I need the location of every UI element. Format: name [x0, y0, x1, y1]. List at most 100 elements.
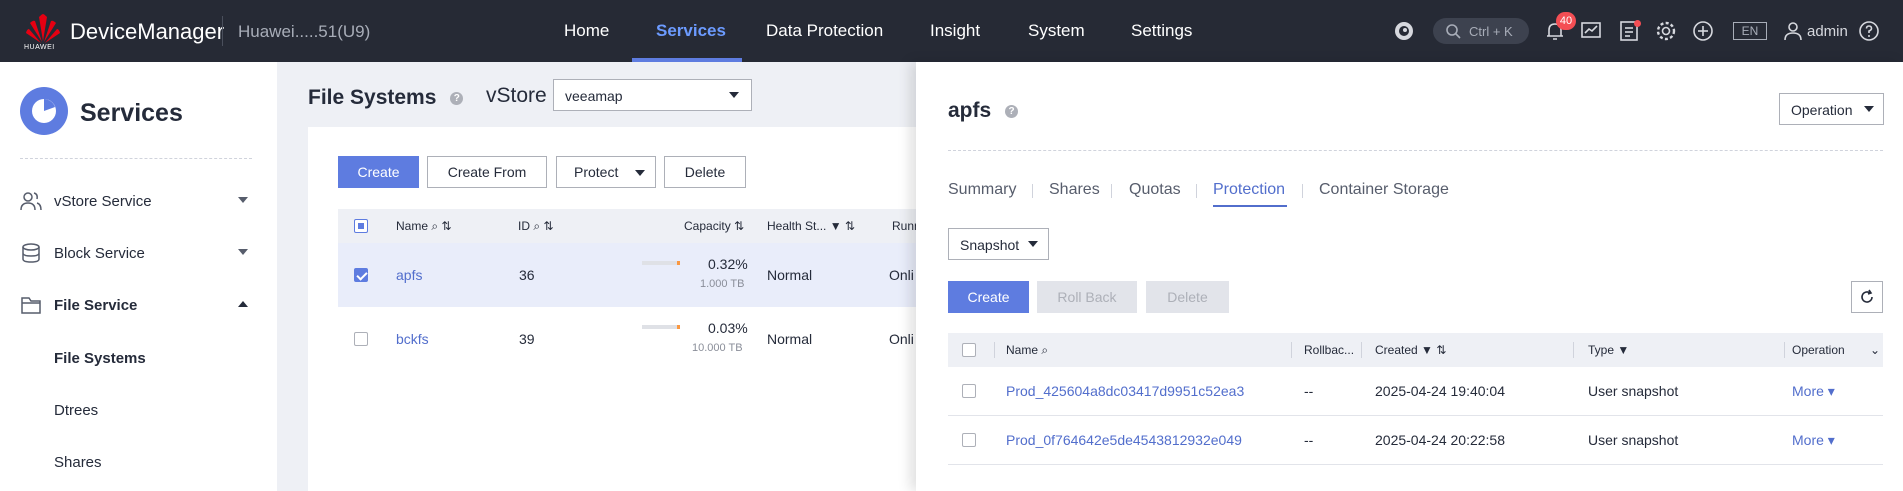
tab-quotas[interactable]: Quotas — [1129, 181, 1181, 199]
vstore-select-value: veeamap — [565, 88, 623, 104]
nav-settings[interactable]: Settings — [1131, 21, 1192, 41]
operation-dropdown[interactable]: Operation — [1779, 93, 1884, 125]
divider — [222, 16, 223, 46]
tab-separator — [1032, 184, 1033, 198]
sidebar-subitem-shares[interactable]: Shares — [54, 454, 102, 471]
sidebar-item-label: vStore Service — [54, 193, 152, 210]
fs-name-link[interactable]: bckfs — [396, 331, 429, 347]
help-icon[interactable]: ? — [450, 92, 464, 105]
table-row[interactable]: Prod_0f764642e5de4543812932e049 -- 2025-… — [948, 416, 1883, 465]
vstore-select[interactable]: veeamap — [553, 79, 752, 111]
app-brand: DeviceManager — [70, 19, 225, 44]
tab-summary[interactable]: Summary — [948, 181, 1016, 199]
user-menu[interactable]: admin — [1807, 23, 1848, 40]
row-checkbox[interactable] — [354, 332, 368, 346]
database-icon — [22, 243, 40, 263]
help-icon[interactable]: ? — [1005, 105, 1019, 118]
camera-icon[interactable] — [1392, 19, 1416, 43]
nav-insight[interactable]: Insight — [930, 21, 980, 41]
col-name[interactable]: Name ⌕ ⇅ — [396, 219, 451, 234]
col-id[interactable]: ID ⌕ ⇅ — [518, 219, 553, 234]
fs-id: 39 — [519, 331, 535, 347]
delete-snapshot-button[interactable]: Delete — [1146, 281, 1229, 313]
nav-data-protection[interactable]: Data Protection — [766, 21, 883, 41]
col-health-status[interactable]: Health St... ▼ ⇅ — [767, 219, 855, 233]
rollback-value: -- — [1304, 383, 1314, 399]
capacity-total: 10.000 TB — [692, 342, 743, 354]
snapshot-table-header: Name ⌕ Rollbac... Created ▼ ⇅ Type ▼ Ope… — [948, 333, 1883, 367]
health-status: Normal — [767, 331, 813, 347]
more-menu[interactable]: More ▾ — [1792, 432, 1835, 449]
col-created[interactable]: Created ▼ ⇅ — [1375, 343, 1446, 357]
sidebar-item-block-service[interactable]: Block Service — [0, 233, 277, 273]
sidebar-item-label: File Service — [54, 297, 138, 314]
col-name[interactable]: Name ⌕ — [1006, 343, 1048, 358]
drawer-title-text: apfs — [948, 99, 992, 122]
sidebar-title: Services — [80, 99, 183, 127]
column-settings-icon[interactable]: ⌄ — [1870, 343, 1880, 357]
table-header: Name ⌕ ⇅ ID ⌕ ⇅ Capacity ⇅ Health St... … — [338, 209, 921, 243]
plus-circle-icon[interactable] — [1691, 19, 1715, 43]
gear-icon[interactable] — [1654, 19, 1678, 43]
snapshot-name-link[interactable]: Prod_425604a8dc03417d9951c52ea3 — [1006, 383, 1244, 399]
chevron-down-icon — [238, 197, 248, 203]
drawer-title: apfs ? — [948, 99, 1019, 123]
created-time: 2025-04-24 19:40:04 — [1375, 383, 1505, 399]
sidebar-item-vstore-service[interactable]: vStore Service — [0, 181, 277, 221]
table-row[interactable]: apfs 36 0.32% 1.000 TB Normal Onli — [338, 243, 918, 307]
snapshot-name-link[interactable]: Prod_0f764642e5de4543812932e049 — [1006, 432, 1242, 448]
create-from-button[interactable]: Create From — [427, 156, 547, 188]
search-icon — [1446, 24, 1461, 39]
tab-protection[interactable]: Protection — [1213, 181, 1285, 199]
col-type[interactable]: Type ▼ — [1588, 343, 1629, 357]
global-search[interactable]: Ctrl + K — [1433, 18, 1529, 44]
col-divider — [1573, 342, 1574, 358]
page-title: File Systems ? — [308, 86, 464, 110]
search-shortcut: Ctrl + K — [1469, 24, 1513, 39]
file-systems-panel: Create Create From Protect Delete Name ⌕… — [308, 127, 921, 491]
row-checkbox[interactable] — [962, 433, 976, 447]
chevron-down-icon — [238, 249, 248, 255]
row-checkbox[interactable] — [354, 268, 368, 282]
folder-icon — [21, 297, 41, 314]
running-status: Onli — [889, 331, 914, 347]
help-icon[interactable] — [1857, 19, 1881, 43]
sidebar: Services vStore Service Block Service Fi… — [0, 62, 277, 491]
tab-shares[interactable]: Shares — [1049, 181, 1100, 199]
rollback-button[interactable]: Roll Back — [1037, 281, 1137, 313]
chevron-down-icon — [729, 92, 739, 98]
tab-separator — [1111, 184, 1112, 198]
table-row[interactable]: Prod_425604a8dc03417d9951c52ea3 -- 2025-… — [948, 367, 1883, 416]
sidebar-item-file-service[interactable]: File Service — [0, 285, 277, 325]
monitor-chart-icon[interactable] — [1579, 19, 1603, 43]
tab-container-storage[interactable]: Container Storage — [1319, 181, 1449, 199]
col-capacity[interactable]: Capacity ⇅ — [684, 219, 744, 233]
active-tab-indicator — [1213, 205, 1287, 207]
table-row[interactable]: bckfs 39 0.03% 10.000 TB Normal Onli — [338, 307, 918, 371]
col-divider — [1291, 342, 1292, 358]
device-name[interactable]: Huawei.....51(U9) — [238, 22, 370, 42]
row-checkbox[interactable] — [962, 384, 976, 398]
create-button[interactable]: Create — [338, 156, 419, 188]
nav-services[interactable]: Services — [656, 21, 726, 41]
create-snapshot-button[interactable]: Create — [948, 281, 1029, 313]
select-all-checkbox[interactable] — [962, 343, 976, 357]
snapshot-type-select[interactable]: Snapshot — [948, 228, 1049, 260]
protect-button[interactable]: Protect — [556, 156, 656, 188]
more-menu[interactable]: More ▾ — [1792, 383, 1835, 400]
refresh-button[interactable] — [1851, 281, 1883, 313]
tab-separator — [1196, 184, 1197, 198]
operation-dropdown-label: Operation — [1791, 102, 1853, 118]
sidebar-subitem-dtrees[interactable]: Dtrees — [54, 402, 98, 419]
nav-home[interactable]: Home — [564, 21, 609, 41]
capacity-percent: 0.32% — [708, 256, 748, 272]
user-icon — [1784, 22, 1802, 41]
fs-name-link[interactable]: apfs — [396, 267, 422, 283]
language-switch[interactable]: EN — [1733, 22, 1767, 40]
col-rollback[interactable]: Rollbac... — [1304, 343, 1354, 357]
sidebar-subitem-file-systems[interactable]: File Systems — [54, 350, 146, 367]
delete-button[interactable]: Delete — [664, 156, 746, 188]
nav-system[interactable]: System — [1028, 21, 1085, 41]
snapshot-type: User snapshot — [1588, 383, 1679, 399]
select-all-checkbox[interactable] — [354, 219, 368, 233]
